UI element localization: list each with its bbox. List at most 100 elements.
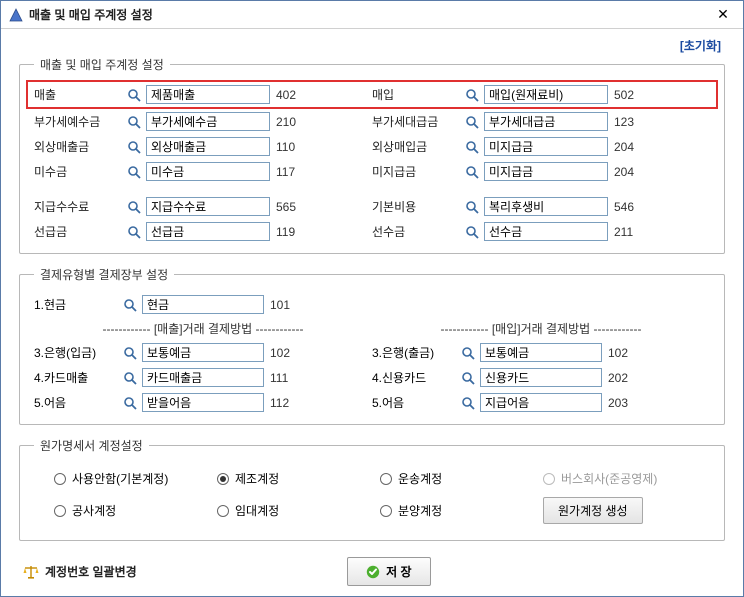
- search-icon[interactable]: [460, 345, 476, 361]
- field[interactable]: [146, 137, 270, 156]
- label: 5.어음: [372, 394, 460, 411]
- radio-icon: [54, 505, 66, 517]
- label: 외상매출금: [34, 138, 126, 155]
- reset-link[interactable]: [초기화]: [680, 39, 721, 53]
- search-icon[interactable]: [122, 395, 138, 411]
- code: 204: [608, 140, 644, 154]
- label: 5.어음: [34, 394, 122, 411]
- label: 3.은행(출금): [372, 344, 460, 361]
- radio-label: 제조계정: [235, 470, 279, 487]
- search-icon[interactable]: [126, 87, 142, 103]
- label: 선수금: [372, 223, 464, 240]
- label-sales: 매출: [34, 86, 126, 103]
- label: 4.신용카드: [372, 369, 460, 386]
- group-cost-legend: 원가명세서 계정설정: [34, 437, 149, 454]
- field[interactable]: [484, 137, 608, 156]
- code: 111: [264, 371, 300, 385]
- code: 565: [270, 200, 306, 214]
- radio-const[interactable]: 공사계정: [54, 502, 217, 519]
- field[interactable]: [484, 222, 608, 241]
- radio-icon: [543, 473, 555, 485]
- radio-lease[interactable]: 임대계정: [217, 502, 380, 519]
- search-icon[interactable]: [122, 297, 138, 313]
- radio-trans[interactable]: 운송계정: [380, 470, 543, 487]
- code: 546: [608, 200, 644, 214]
- code-cash: 101: [264, 298, 300, 312]
- code: 112: [264, 396, 300, 410]
- search-icon[interactable]: [460, 395, 476, 411]
- search-icon[interactable]: [126, 139, 142, 155]
- batch-change-label: 계정번호 일괄변경: [45, 563, 137, 580]
- code: 204: [608, 165, 644, 179]
- field[interactable]: [142, 393, 264, 412]
- field[interactable]: [480, 368, 602, 387]
- save-button[interactable]: 저 장: [347, 557, 430, 586]
- field[interactable]: [146, 197, 270, 216]
- label: 3.은행(입금): [34, 344, 122, 361]
- group-payment: 결제유형별 결제장부 설정 1.현금 101 ------------ [매출]…: [19, 266, 725, 425]
- radio-label: 버스회사(준공영제): [561, 470, 657, 487]
- field[interactable]: [484, 162, 608, 181]
- group-accounts: 매출 및 매입 주계정 설정 매출 402 매입 502: [19, 56, 725, 254]
- field[interactable]: [484, 112, 608, 131]
- label: 지급수수료: [34, 198, 126, 215]
- label: 미수금: [34, 163, 126, 180]
- field-cash[interactable]: [142, 295, 264, 314]
- radio-none[interactable]: 사용안함(기본계정): [54, 470, 217, 487]
- label-purchase: 매입: [372, 86, 464, 103]
- field[interactable]: [142, 343, 264, 362]
- label: 외상매입금: [372, 138, 464, 155]
- code: 102: [264, 346, 300, 360]
- field[interactable]: [484, 197, 608, 216]
- radio-icon: [217, 473, 229, 485]
- field-purchase[interactable]: [484, 85, 608, 104]
- field-sales[interactable]: [146, 85, 270, 104]
- header-sales-method: ------------ [매출]거래 결제방법 ------------: [34, 320, 372, 337]
- search-icon[interactable]: [122, 370, 138, 386]
- search-icon[interactable]: [464, 199, 480, 215]
- radio-label: 사용안함(기본계정): [72, 470, 168, 487]
- search-icon[interactable]: [122, 345, 138, 361]
- field[interactable]: [146, 222, 270, 241]
- radio-label: 공사계정: [72, 502, 116, 519]
- search-icon[interactable]: [126, 114, 142, 130]
- group-accounts-legend: 매출 및 매입 주계정 설정: [34, 56, 170, 73]
- scale-icon: [23, 565, 39, 579]
- field[interactable]: [480, 343, 602, 362]
- search-icon[interactable]: [464, 139, 480, 155]
- label: 기본비용: [372, 198, 464, 215]
- code-sales: 402: [270, 88, 306, 102]
- search-icon[interactable]: [464, 164, 480, 180]
- radio-sale[interactable]: 분양계정: [380, 502, 543, 519]
- generate-cost-button[interactable]: 원가계정 생성: [543, 497, 643, 524]
- radio-icon: [380, 473, 392, 485]
- radio-manuf[interactable]: 제조계정: [217, 470, 380, 487]
- code-purchase: 502: [608, 88, 644, 102]
- search-icon[interactable]: [464, 87, 480, 103]
- radio-icon: [217, 505, 229, 517]
- field[interactable]: [146, 112, 270, 131]
- code: 123: [608, 115, 644, 129]
- radio-icon: [54, 473, 66, 485]
- label: 미지급금: [372, 163, 464, 180]
- close-icon[interactable]: ✕: [711, 5, 735, 25]
- code: 119: [270, 225, 306, 239]
- radio-label: 운송계정: [398, 470, 442, 487]
- field[interactable]: [146, 162, 270, 181]
- search-icon[interactable]: [464, 224, 480, 240]
- radio-label: 분양계정: [398, 502, 442, 519]
- search-icon[interactable]: [126, 164, 142, 180]
- code: 102: [602, 346, 638, 360]
- search-icon[interactable]: [126, 199, 142, 215]
- search-icon[interactable]: [126, 224, 142, 240]
- search-icon[interactable]: [460, 370, 476, 386]
- field[interactable]: [142, 368, 264, 387]
- code: 202: [602, 371, 638, 385]
- highlight-row: 매출 402 매입 502: [26, 80, 718, 109]
- group-payment-legend: 결제유형별 결제장부 설정: [34, 266, 174, 283]
- batch-change-link[interactable]: 계정번호 일괄변경: [23, 563, 137, 580]
- radio-icon: [380, 505, 392, 517]
- label: 부가세예수금: [34, 113, 126, 130]
- field[interactable]: [480, 393, 602, 412]
- search-icon[interactable]: [464, 114, 480, 130]
